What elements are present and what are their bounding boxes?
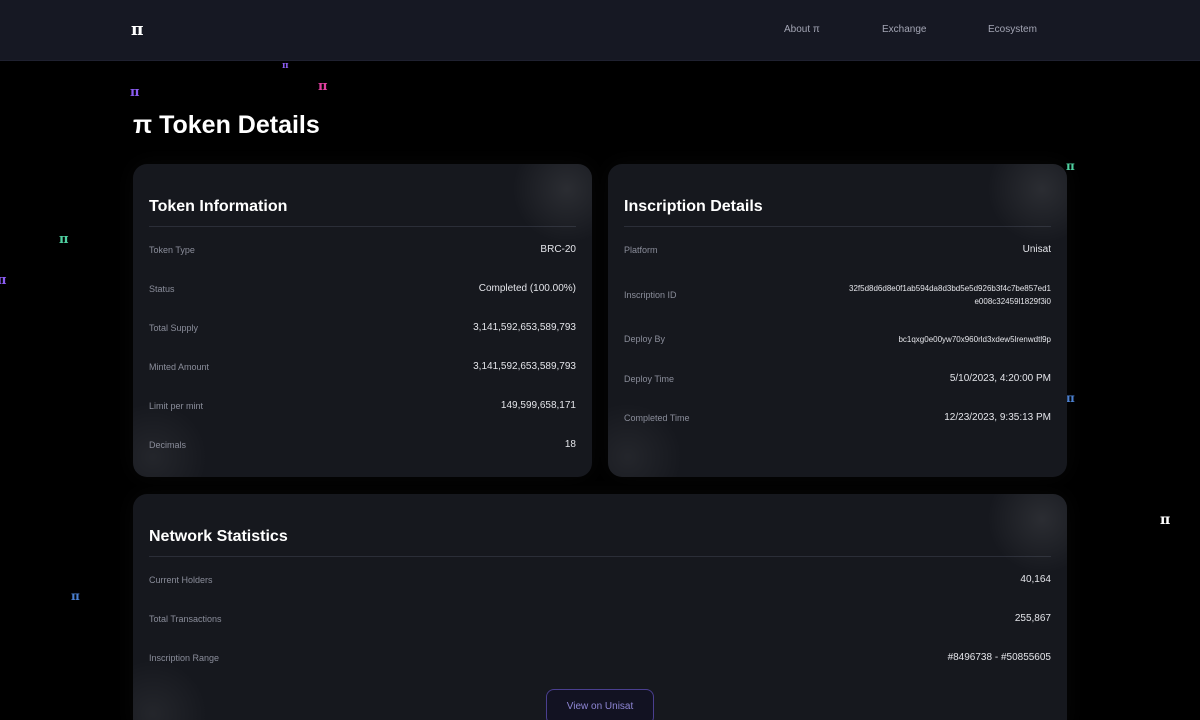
nav-link-exchange[interactable]: Exchange bbox=[882, 24, 926, 35]
floating-pi-icon: π bbox=[318, 79, 328, 94]
row-value: 3,141,592,653,589,793 bbox=[473, 361, 576, 372]
top-nav: π About π Exchange Ecosystem bbox=[0, 0, 1200, 61]
row-label: Deploy Time bbox=[624, 373, 675, 384]
row-label: Inscription ID bbox=[624, 290, 677, 300]
row-value: 40,164 bbox=[1020, 574, 1051, 585]
floating-pi-icon: π bbox=[59, 232, 69, 247]
row-label: Status bbox=[149, 283, 175, 294]
info-row: Minted Amount 3,141,592,653,589,793 bbox=[149, 361, 576, 372]
card-title: Inscription Details bbox=[624, 198, 763, 215]
info-row: Token Type BRC-20 bbox=[149, 244, 576, 255]
info-row: Total Transactions 255,867 bbox=[149, 613, 1051, 624]
row-value: 5/10/2023, 4:20:00 PM bbox=[949, 373, 1051, 384]
info-row: Completed Time 12/23/2023, 9:35:13 PM bbox=[624, 412, 1051, 423]
inscription-id-value[interactable]: 32f5d8d6d8e0f1ab594da8d3bd5e5d926b3f4c7b… bbox=[846, 282, 1051, 308]
floating-pi-icon: π bbox=[1066, 159, 1075, 173]
row-label: Total Transactions bbox=[149, 613, 222, 624]
info-row: Current Holders 40,164 bbox=[149, 574, 1051, 585]
info-row: Status Completed (100.00%) bbox=[149, 283, 576, 294]
row-label: Platform bbox=[624, 244, 658, 255]
view-on-unisat-button[interactable]: View on Unisat bbox=[546, 689, 654, 720]
row-value: #8496738 - #50855605 bbox=[947, 652, 1051, 663]
divider bbox=[149, 226, 576, 227]
info-row: Deploy By bc1qxg0e00yw70x960rld3xdew5lre… bbox=[624, 334, 1051, 344]
row-value: Completed (100.00%) bbox=[478, 283, 576, 294]
floating-pi-icon: π bbox=[130, 85, 140, 100]
row-value: 149,599,658,171 bbox=[500, 400, 576, 411]
row-value: 12/23/2023, 9:35:13 PM bbox=[944, 412, 1051, 423]
row-value: 3,141,592,653,589,793 bbox=[473, 322, 576, 333]
nav-link-about[interactable]: About π bbox=[784, 24, 820, 35]
row-label: Completed Time bbox=[624, 412, 690, 423]
network-statistics-card: Network Statistics Current Holders 40,16… bbox=[133, 494, 1067, 720]
row-value: BRC-20 bbox=[540, 244, 576, 255]
info-row: Deploy Time 5/10/2023, 4:20:00 PM bbox=[624, 373, 1051, 384]
row-value: 18 bbox=[564, 439, 576, 450]
row-label: Token Type bbox=[149, 244, 195, 255]
inscription-details-card: Inscription Details Platform Unisat Insc… bbox=[608, 164, 1067, 477]
info-row: Inscription Range #8496738 - #50855605 bbox=[149, 652, 1051, 663]
card-title: Token Information bbox=[149, 198, 288, 215]
row-value: Unisat bbox=[1022, 244, 1051, 255]
page-title: π Token Details bbox=[133, 111, 320, 139]
info-row: Decimals 18 bbox=[149, 439, 576, 450]
row-label: Limit per mint bbox=[149, 400, 204, 411]
info-row: Inscription ID 32f5d8d6d8e0f1ab594da8d3b… bbox=[624, 282, 1051, 308]
deployer-address-value[interactable]: bc1qxg0e00yw70x960rld3xdew5lrenwdtl9p bbox=[898, 335, 1051, 344]
logo[interactable]: π bbox=[131, 20, 143, 40]
floating-pi-icon: π bbox=[71, 589, 80, 603]
info-row: Limit per mint 149,599,658,171 bbox=[149, 400, 576, 411]
row-label: Current Holders bbox=[149, 574, 213, 585]
info-row: Total Supply 3,141,592,653,589,793 bbox=[149, 322, 576, 333]
nav-link-ecosystem[interactable]: Ecosystem bbox=[988, 24, 1037, 35]
floating-pi-icon: π bbox=[0, 273, 7, 288]
row-label: Minted Amount bbox=[149, 361, 210, 372]
floating-pi-icon: π bbox=[282, 61, 289, 71]
card-title: Network Statistics bbox=[149, 528, 288, 545]
row-label: Decimals bbox=[149, 439, 187, 450]
divider bbox=[624, 226, 1051, 227]
row-label: Inscription Range bbox=[149, 652, 220, 663]
floating-pi-icon: π bbox=[1066, 391, 1075, 405]
row-label: Deploy By bbox=[624, 334, 666, 344]
info-row: Platform Unisat bbox=[624, 244, 1051, 255]
divider bbox=[149, 556, 1051, 557]
token-information-card: Token Information Token Type BRC-20 Stat… bbox=[133, 164, 592, 477]
floating-pi-icon: π bbox=[1160, 512, 1171, 528]
row-value: 255,867 bbox=[1014, 613, 1051, 624]
row-label: Total Supply bbox=[149, 322, 199, 333]
